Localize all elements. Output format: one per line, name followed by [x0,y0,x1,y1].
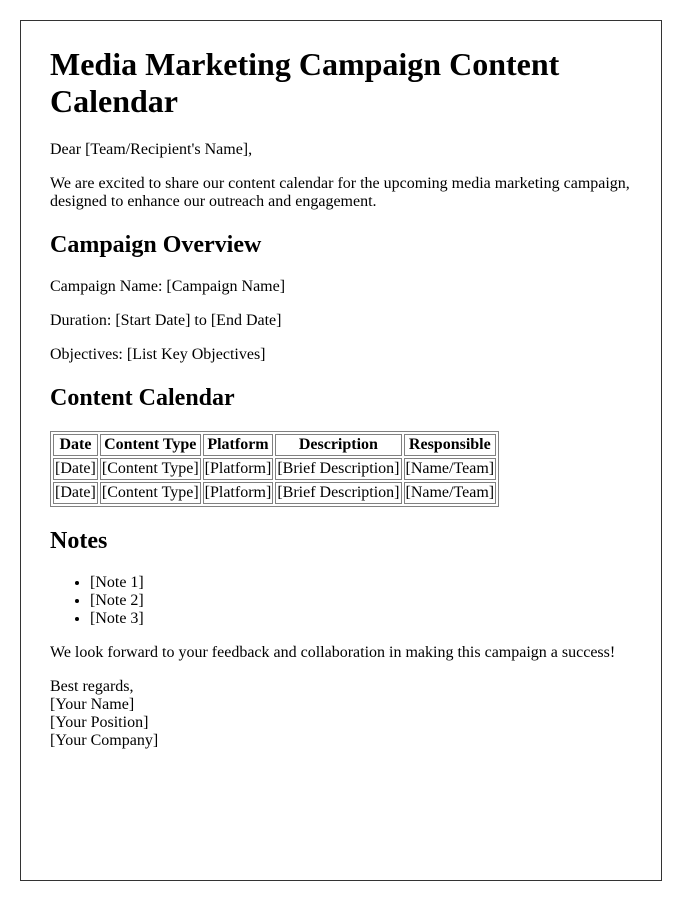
sender-name: [Your Name] [50,696,135,713]
cell-description: [Brief Description] [275,458,402,480]
salutation: Dear [Team/Recipient's Name], [50,141,253,158]
column-header-platform: Platform [202,434,274,456]
cell-platform: [Platform] [202,458,274,480]
column-header-content-type: Content Type [99,434,201,456]
cell-platform: [Platform] [202,482,274,504]
content-calendar-heading: Content Calendar [50,385,235,411]
cell-date: [Date] [53,482,98,504]
column-header-description: Description [275,434,402,456]
table-header-row: Date Content Type Platform Description R… [53,434,497,456]
table-row: [Date] [Content Type] [Platform] [Brief … [53,482,497,504]
cell-responsible: [Name/Team] [403,458,497,480]
signoff: Best regards, [50,678,134,695]
cell-content-type: [Content Type] [99,482,201,504]
notes-heading: Notes [50,528,108,554]
content-calendar-table: Date Content Type Platform Description R… [50,431,500,507]
page-title: Media Marketing Campaign Content Calenda… [50,46,560,119]
list-item: [Note 3] [90,610,632,628]
letter-container: Media Marketing Campaign Content Calenda… [20,20,662,881]
sender-position: [Your Position] [50,714,149,731]
column-header-responsible: Responsible [403,434,497,456]
signature-block: Best regards, [Your Name] [Your Position… [50,678,632,750]
list-item: [Note 1] [90,574,632,592]
campaign-overview-heading: Campaign Overview [50,232,262,258]
cell-content-type: [Content Type] [99,458,201,480]
cell-description: [Brief Description] [275,482,402,504]
column-header-date: Date [53,434,98,456]
notes-list: [Note 1] [Note 2] [Note 3] [50,574,632,628]
intro-paragraph: We are excited to share our content cale… [50,175,630,210]
closing-message: We look forward to your feedback and col… [50,644,616,661]
objectives-line: Objectives: [List Key Objectives] [50,346,266,363]
table-row: [Date] [Content Type] [Platform] [Brief … [53,458,497,480]
duration-line: Duration: [Start Date] to [End Date] [50,312,282,329]
cell-date: [Date] [53,458,98,480]
sender-company: [Your Company] [50,732,159,749]
list-item: [Note 2] [90,592,632,610]
campaign-name-line: Campaign Name: [Campaign Name] [50,278,286,295]
cell-responsible: [Name/Team] [403,482,497,504]
